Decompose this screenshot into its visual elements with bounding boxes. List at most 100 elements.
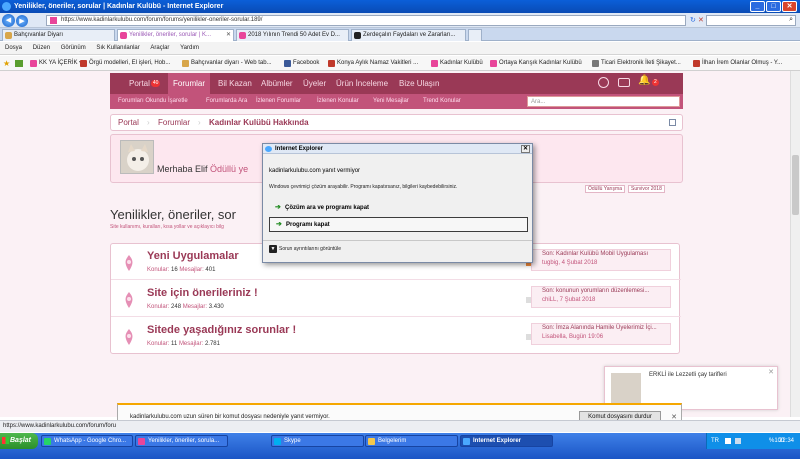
fav-kk-ya-icerik[interactable]: KK YA İÇERİK ▾	[30, 56, 82, 70]
tag-oduillu-yarisma[interactable]: Ödüllü Yarışma	[585, 185, 625, 193]
forum-title[interactable]: Site için önerileriniz !	[147, 287, 258, 299]
stop-icon[interactable]: ✕	[698, 16, 704, 24]
nav-bize-ulasin[interactable]: Bize Ulaşın	[399, 73, 439, 94]
forum-title[interactable]: Yeni Uygulamalar	[147, 250, 239, 262]
tab-trend[interactable]: 2018 Yılının Trendi 50 Adet Ev D...	[236, 29, 349, 41]
task-skype[interactable]: Skype	[271, 435, 364, 447]
last-post-title[interactable]: Son: İmza Alanında Hamile Üyelerimiz İçi…	[542, 324, 670, 333]
start-button[interactable]: Başlat	[0, 433, 38, 449]
fav-kadinlar-kulubu[interactable]: Kadınlar Kulübü	[431, 56, 483, 70]
bell-icon[interactable]: 🔔	[638, 75, 650, 86]
tab-bahcivanlar[interactable]: Bahçıvanlar Diyarı	[2, 29, 115, 41]
fav-ortaya-karisik[interactable]: Ortaya Karışık Kadınlar Kulübü	[490, 56, 582, 70]
tab-label: Bahçıvanlar Diyarı	[14, 32, 64, 38]
forward-icon[interactable]: ▶	[16, 15, 28, 27]
fav-ilhan-irem[interactable]: İlhan İrem Olanlar Olmuş - Y...	[693, 56, 782, 70]
task-internet-explorer[interactable]: Internet Explorer	[460, 435, 553, 447]
menu-sik-kullanilanlar[interactable]: Sık Kullanılanlar	[96, 42, 139, 55]
fav-label: Ticari Elektronik İleti Şikayet...	[601, 60, 681, 66]
menu-yardim[interactable]: Yardım	[180, 42, 199, 55]
chat-icon[interactable]	[618, 78, 630, 87]
subnav-watched-threads[interactable]: İzlenen Konular	[317, 94, 359, 109]
nav-bil-kazan[interactable]: Bil Kazan	[218, 73, 252, 94]
close-program-button[interactable]: ➔ Programı kapat	[269, 217, 528, 232]
last-post[interactable]: Son: İmza Alanında Hamile Üyelerimiz İçi…	[531, 323, 671, 345]
nav-forumlar[interactable]: Forumlar	[168, 73, 211, 94]
task-ie-page[interactable]: Yenilikler, öneriler, sorula...	[135, 435, 228, 447]
nav-albumler[interactable]: Albümler	[261, 73, 293, 94]
welcome-link[interactable]: Ödüllü ye	[210, 164, 248, 174]
task-whatsapp[interactable]: WhatsApp - Google Chro...	[41, 435, 133, 447]
forum-stats: Konular: 11 Mesajlar: 2.781	[147, 341, 220, 347]
crumb-separator: ›	[147, 118, 150, 127]
forum-row[interactable]: Sitede yaşadığınız sorunlar ! Konular: 1…	[111, 318, 681, 354]
tab-yenilikler[interactable]: Yenilikler, öneriler, sorular | K... ✕	[117, 29, 234, 41]
fav-konya-namaz[interactable]: Konya Aylık Namaz Vakitleri ...	[328, 56, 419, 70]
close-button[interactable]: ✕	[782, 1, 797, 12]
tab-close-icon[interactable]: ✕	[226, 30, 231, 41]
subnav-mark-read[interactable]: Forumları Okundu İşaretle	[118, 94, 188, 109]
details-label: Sorun ayrıntılarını görüntüle	[279, 246, 341, 252]
scrollbar-thumb[interactable]	[792, 155, 799, 215]
last-post[interactable]: Son: Kadınlar Kulübü Mobil Uygulaması tug…	[531, 249, 671, 271]
tray-app-icon[interactable]	[725, 438, 731, 444]
search-solution-close-button[interactable]: ➔ Çözüm ara ve programı kapat	[269, 201, 528, 216]
back-icon[interactable]: ◀	[2, 14, 15, 27]
forum-row[interactable]: Site için önerileriniz ! Konular: 248 Me…	[111, 281, 681, 317]
fav-label: Konya Aylık Namaz Vakitleri ...	[337, 60, 419, 66]
language-indicator[interactable]: TR	[711, 433, 719, 449]
dialog-close-button[interactable]: ✕	[521, 145, 530, 153]
subnav-watched-forums[interactable]: İzlenen Forumlar	[256, 94, 301, 109]
crumb-forumlar[interactable]: Forumlar	[158, 115, 190, 131]
forum-title[interactable]: Sitede yaşadığınız sorunlar !	[147, 324, 296, 336]
new-tab-button[interactable]	[468, 29, 482, 41]
search-icon[interactable]: ⌕	[789, 16, 793, 24]
last-post-title[interactable]: Son: Kadınlar Kulübü Mobil Uygulaması	[542, 250, 670, 259]
menu-gorunum[interactable]: Görünüm	[61, 42, 86, 55]
subnav-new-posts[interactable]: Yeni Mesajlar	[373, 94, 409, 109]
nav-label: Portal	[129, 79, 150, 88]
menu-duzen[interactable]: Düzen	[33, 42, 50, 55]
welcome-message: Merhaba Elif Ödüllü ye	[157, 164, 248, 174]
tag-survivor[interactable]: Survivor 2018	[628, 185, 665, 193]
crumb-portal[interactable]: Portal	[118, 115, 139, 131]
crumb-current[interactable]: Kadınlar Kulübü Hakkında	[209, 115, 309, 131]
fav-orgu[interactable]: Örgü modelleri, El işleri, Hob...	[80, 56, 170, 70]
fav-ticari[interactable]: Ticari Elektronik İleti Şikayet...	[592, 56, 681, 70]
maximize-button[interactable]: □	[766, 1, 781, 12]
dialog-divider	[263, 240, 532, 241]
add-favorite-icon[interactable]	[15, 60, 23, 67]
fav-bahcivanlar[interactable]: Bahçıvanlar diyarı - Web tab...	[182, 56, 272, 70]
view-problem-details[interactable]: ▼ Sorun ayrıntılarını görüntüle	[269, 245, 341, 254]
menu-dosya[interactable]: Dosya	[5, 42, 22, 55]
user-icon[interactable]	[598, 77, 609, 88]
toast-text[interactable]: ERKLİ ile Lezzetli çay tarifleri	[649, 372, 727, 378]
last-post[interactable]: Son: konunun yorumların düzenlemesi... ch…	[531, 286, 671, 308]
address-bar[interactable]: https://www.kadinlarkulubu.com/forum/for…	[46, 15, 686, 26]
dialog-heading: kadinlarkulubu.com yanıt vermiyor	[269, 168, 361, 174]
page-scrollbar[interactable]	[790, 71, 800, 417]
last-post-title[interactable]: Son: konunun yorumların düzenlemesi...	[542, 287, 670, 296]
subnav-trending[interactable]: Trend Konular	[423, 94, 461, 109]
ie-icon	[463, 438, 470, 445]
browser-search-input[interactable]: ⌕	[706, 15, 796, 26]
refresh-icon[interactable]: ↻	[690, 16, 696, 24]
nav-uyeler[interactable]: Üyeler	[303, 73, 326, 94]
task-belgelerim[interactable]: Belgelerim	[365, 435, 458, 447]
subnav-search-forums[interactable]: Forumlarda Ara	[206, 94, 247, 109]
toast-close-icon[interactable]: ✕	[768, 368, 774, 376]
tray-network-icon[interactable]	[735, 438, 741, 444]
menu-araclar[interactable]: Araçlar	[150, 42, 169, 55]
avatar[interactable]	[120, 140, 154, 174]
system-tray: TR %100 22:34	[706, 433, 800, 449]
nav-portal[interactable]: Portal 40	[129, 73, 161, 94]
expand-icon[interactable]	[669, 119, 676, 126]
chevron-down-icon[interactable]: ▼	[269, 245, 277, 253]
nav-urun-inceleme[interactable]: Ürün İnceleme	[336, 73, 388, 94]
minimize-button[interactable]: _	[750, 1, 765, 12]
fav-facebook[interactable]: Facebook	[284, 56, 319, 70]
site-search-input[interactable]: Ara...	[527, 96, 680, 107]
tab-zerdecal[interactable]: Zerdeçalın Faydaları ve Zararları...	[351, 29, 466, 41]
task-label: Internet Explorer	[473, 438, 522, 444]
favorites-star-icon[interactable]: ★	[3, 56, 10, 70]
